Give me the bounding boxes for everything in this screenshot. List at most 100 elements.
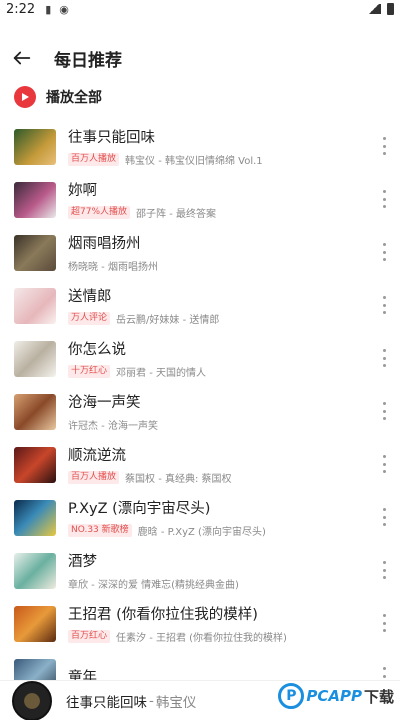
song-cover bbox=[14, 393, 56, 430]
play-circle-icon bbox=[14, 86, 36, 108]
song-title: 顺流逆流 bbox=[68, 448, 126, 464]
more-dot bbox=[382, 621, 386, 625]
more-dot bbox=[382, 576, 386, 579]
watermark-logo: P bbox=[278, 683, 305, 709]
more-dot bbox=[382, 508, 386, 511]
more-dot bbox=[382, 515, 386, 519]
song-row[interactable]: 酒梦章欣 - 深深的爱 情难忘(精挑经典金曲) bbox=[0, 544, 400, 597]
arrow-left-icon bbox=[13, 51, 31, 65]
now-playing-title: 往事只能回味 bbox=[66, 694, 147, 711]
more-dot bbox=[382, 667, 386, 670]
now-playing-bar[interactable]: 往事只能回味 - 韩宝仪 P PCAPP 下载 bbox=[0, 680, 400, 720]
song-list: 往事只能回味 百万人播放 韩宝仪 - 韩宝仪旧情绵绵 Vol.1 妳啊 超77%人播放邵… bbox=[0, 120, 400, 703]
song-subtitle: 百万人播放 韩宝仪 - 韩宝仪旧情绵绵 Vol.1 bbox=[68, 152, 400, 167]
song-title: 往事只能回味 bbox=[68, 130, 155, 146]
more-dot bbox=[382, 197, 386, 201]
song-info: 酒梦章欣 - 深深的爱 情难忘(精挑经典金曲) bbox=[68, 550, 400, 591]
page-title: 每日推荐 bbox=[54, 50, 122, 71]
song-title: 酒梦 bbox=[68, 554, 97, 570]
more-dot bbox=[382, 568, 386, 572]
more-dot bbox=[382, 470, 386, 473]
song-row[interactable]: 沧海一声笑许冠杰 - 沧海一声笑 bbox=[0, 385, 400, 438]
song-meta: 邵子阵 - 最终答案 bbox=[136, 209, 216, 220]
song-row[interactable]: P.XyZ (漂向宇宙尽头) NO.33 新歌榜 鹿晗 - P.XyZ (漂向宇宙尽… bbox=[0, 491, 400, 544]
song-subtitle: 许冠杰 - 沧海一声笑 bbox=[68, 417, 400, 432]
song-meta: 章欣 - 深深的爱 情难忘(精挑经典金曲) bbox=[68, 580, 239, 591]
more-vertical-icon[interactable] bbox=[378, 134, 390, 158]
more-dot bbox=[382, 311, 386, 314]
more-dot bbox=[382, 205, 386, 208]
battery-icon bbox=[387, 3, 394, 15]
more-dot bbox=[382, 364, 386, 367]
more-vertical-icon[interactable] bbox=[378, 611, 390, 635]
more-dot bbox=[382, 409, 386, 413]
more-dot bbox=[382, 455, 386, 458]
song-info: 王招君 (你看你拉住我的模样) 百万红心 任素汐 - 王招君 (你看你拉住我的模样) bbox=[68, 603, 400, 644]
more-dot bbox=[382, 137, 386, 140]
song-cover bbox=[14, 499, 56, 536]
phone-icon: ▮ bbox=[45, 2, 52, 16]
song-info: P.XyZ (漂向宇宙尽头) NO.33 新歌榜 鹿晗 - P.XyZ (漂向宇宙尽… bbox=[68, 497, 400, 538]
song-subtitle: 十万红心 邓丽君 - 天国的情人 bbox=[68, 364, 400, 379]
song-row[interactable]: 王招君 (你看你拉住我的模样) 百万红心 任素汐 - 王招君 (你看你拉住我的模样) bbox=[0, 597, 400, 650]
song-meta: 鹿晗 - P.XyZ (漂向宇宙尽头) bbox=[137, 527, 266, 538]
song-info: 顺流逆流 百万人播放 蔡国权 - 真经典: 蔡国权 bbox=[68, 444, 400, 485]
signal-icon bbox=[367, 4, 381, 14]
song-meta: 任素汐 - 王招君 (你看你拉住我的模样) bbox=[116, 633, 287, 644]
more-vertical-icon[interactable] bbox=[378, 187, 390, 211]
song-subtitle: 超77%人播放 邵子阵 - 最终答案 bbox=[68, 205, 400, 220]
watermark-suffix: 下载 bbox=[363, 687, 394, 706]
song-info: 往事只能回味百万人播放 韩宝仪 - 韩宝仪旧情绵绵 Vol.1 bbox=[68, 126, 400, 167]
more-dot bbox=[382, 152, 386, 155]
play-all-button[interactable]: 播放全部 bbox=[0, 82, 400, 112]
more-vertical-icon[interactable] bbox=[378, 399, 390, 423]
more-vertical-icon[interactable] bbox=[378, 558, 390, 582]
more-dot bbox=[382, 243, 386, 246]
watermark-brand: PCAPP bbox=[306, 687, 362, 705]
song-info: 烟雨唱扬州 杨晓晓 - 烟雨唱扬州 bbox=[68, 232, 400, 273]
music-notification-icon: ◉ bbox=[59, 2, 69, 16]
status-bar: 2:22 ▮ ◉ bbox=[0, 0, 400, 18]
status-time: 2:22 bbox=[6, 1, 36, 17]
song-meta: 岳云鹏/好妹妹 - 送情郎 bbox=[116, 315, 220, 326]
song-subtitle: 万人评论 岳云鹏/好妹妹 - 送情郎 bbox=[68, 311, 400, 326]
song-cover bbox=[14, 340, 56, 377]
song-title: P.XyZ (漂向宇宙尽头) bbox=[68, 501, 211, 517]
more-vertical-icon[interactable] bbox=[378, 293, 390, 317]
song-tag: 百万人播放 bbox=[68, 471, 120, 484]
song-meta: 许冠杰 - 沧海一声笑 bbox=[68, 421, 158, 432]
song-row[interactable]: 烟雨唱扬州 杨晓晓 - 烟雨唱扬州 bbox=[0, 226, 400, 279]
song-meta: 韩宝仪 - 韩宝仪旧情绵绵 Vol.1 bbox=[125, 156, 263, 167]
song-cover bbox=[14, 234, 56, 271]
song-row[interactable]: 往事只能回味百万人播放 韩宝仪 - 韩宝仪旧情绵绵 Vol.1 bbox=[0, 120, 400, 173]
song-subtitle: 章欣 - 深深的爱 情难忘(精挑经典金曲) bbox=[68, 576, 400, 591]
song-title: 送情郎 bbox=[68, 289, 112, 305]
song-row[interactable]: 你怎么说 十万红心 邓丽君 - 天国的情人 bbox=[0, 332, 400, 385]
more-dot bbox=[382, 462, 386, 466]
more-dot bbox=[382, 674, 386, 678]
more-dot bbox=[382, 303, 386, 307]
song-info: 送情郎万人评论 岳云鹏/好妹妹 - 送情郎 bbox=[68, 285, 400, 326]
more-vertical-icon[interactable] bbox=[378, 505, 390, 529]
song-tag: 十万红心 bbox=[68, 365, 111, 378]
song-row[interactable]: 妳啊 超77%人播放 邵子阵 - 最终答案 bbox=[0, 173, 400, 226]
song-tag: NO.33 新歌榜 bbox=[68, 524, 132, 537]
play-all-label: 播放全部 bbox=[46, 90, 102, 106]
now-playing-artist: 韩宝仪 bbox=[155, 694, 197, 711]
more-dot bbox=[382, 561, 386, 564]
watermark: P PCAPP 下载 bbox=[278, 683, 394, 709]
song-row[interactable]: 送情郎万人评论 岳云鹏/好妹妹 - 送情郎 bbox=[0, 279, 400, 332]
back-button[interactable] bbox=[2, 40, 42, 76]
more-dot bbox=[382, 523, 386, 526]
song-title: 沧海一声笑 bbox=[68, 395, 141, 411]
now-playing-separator: - bbox=[149, 692, 154, 709]
now-playing-cover[interactable] bbox=[12, 680, 52, 720]
more-dot bbox=[382, 402, 386, 405]
more-vertical-icon[interactable] bbox=[378, 346, 390, 370]
more-dot bbox=[382, 190, 386, 193]
more-vertical-icon[interactable] bbox=[378, 240, 390, 264]
song-row[interactable]: 顺流逆流 百万人播放 蔡国权 - 真经典: 蔡国权 bbox=[0, 438, 400, 491]
more-dot bbox=[382, 250, 386, 254]
song-meta: 杨晓晓 - 烟雨唱扬州 bbox=[68, 262, 158, 273]
more-vertical-icon[interactable] bbox=[378, 452, 390, 476]
